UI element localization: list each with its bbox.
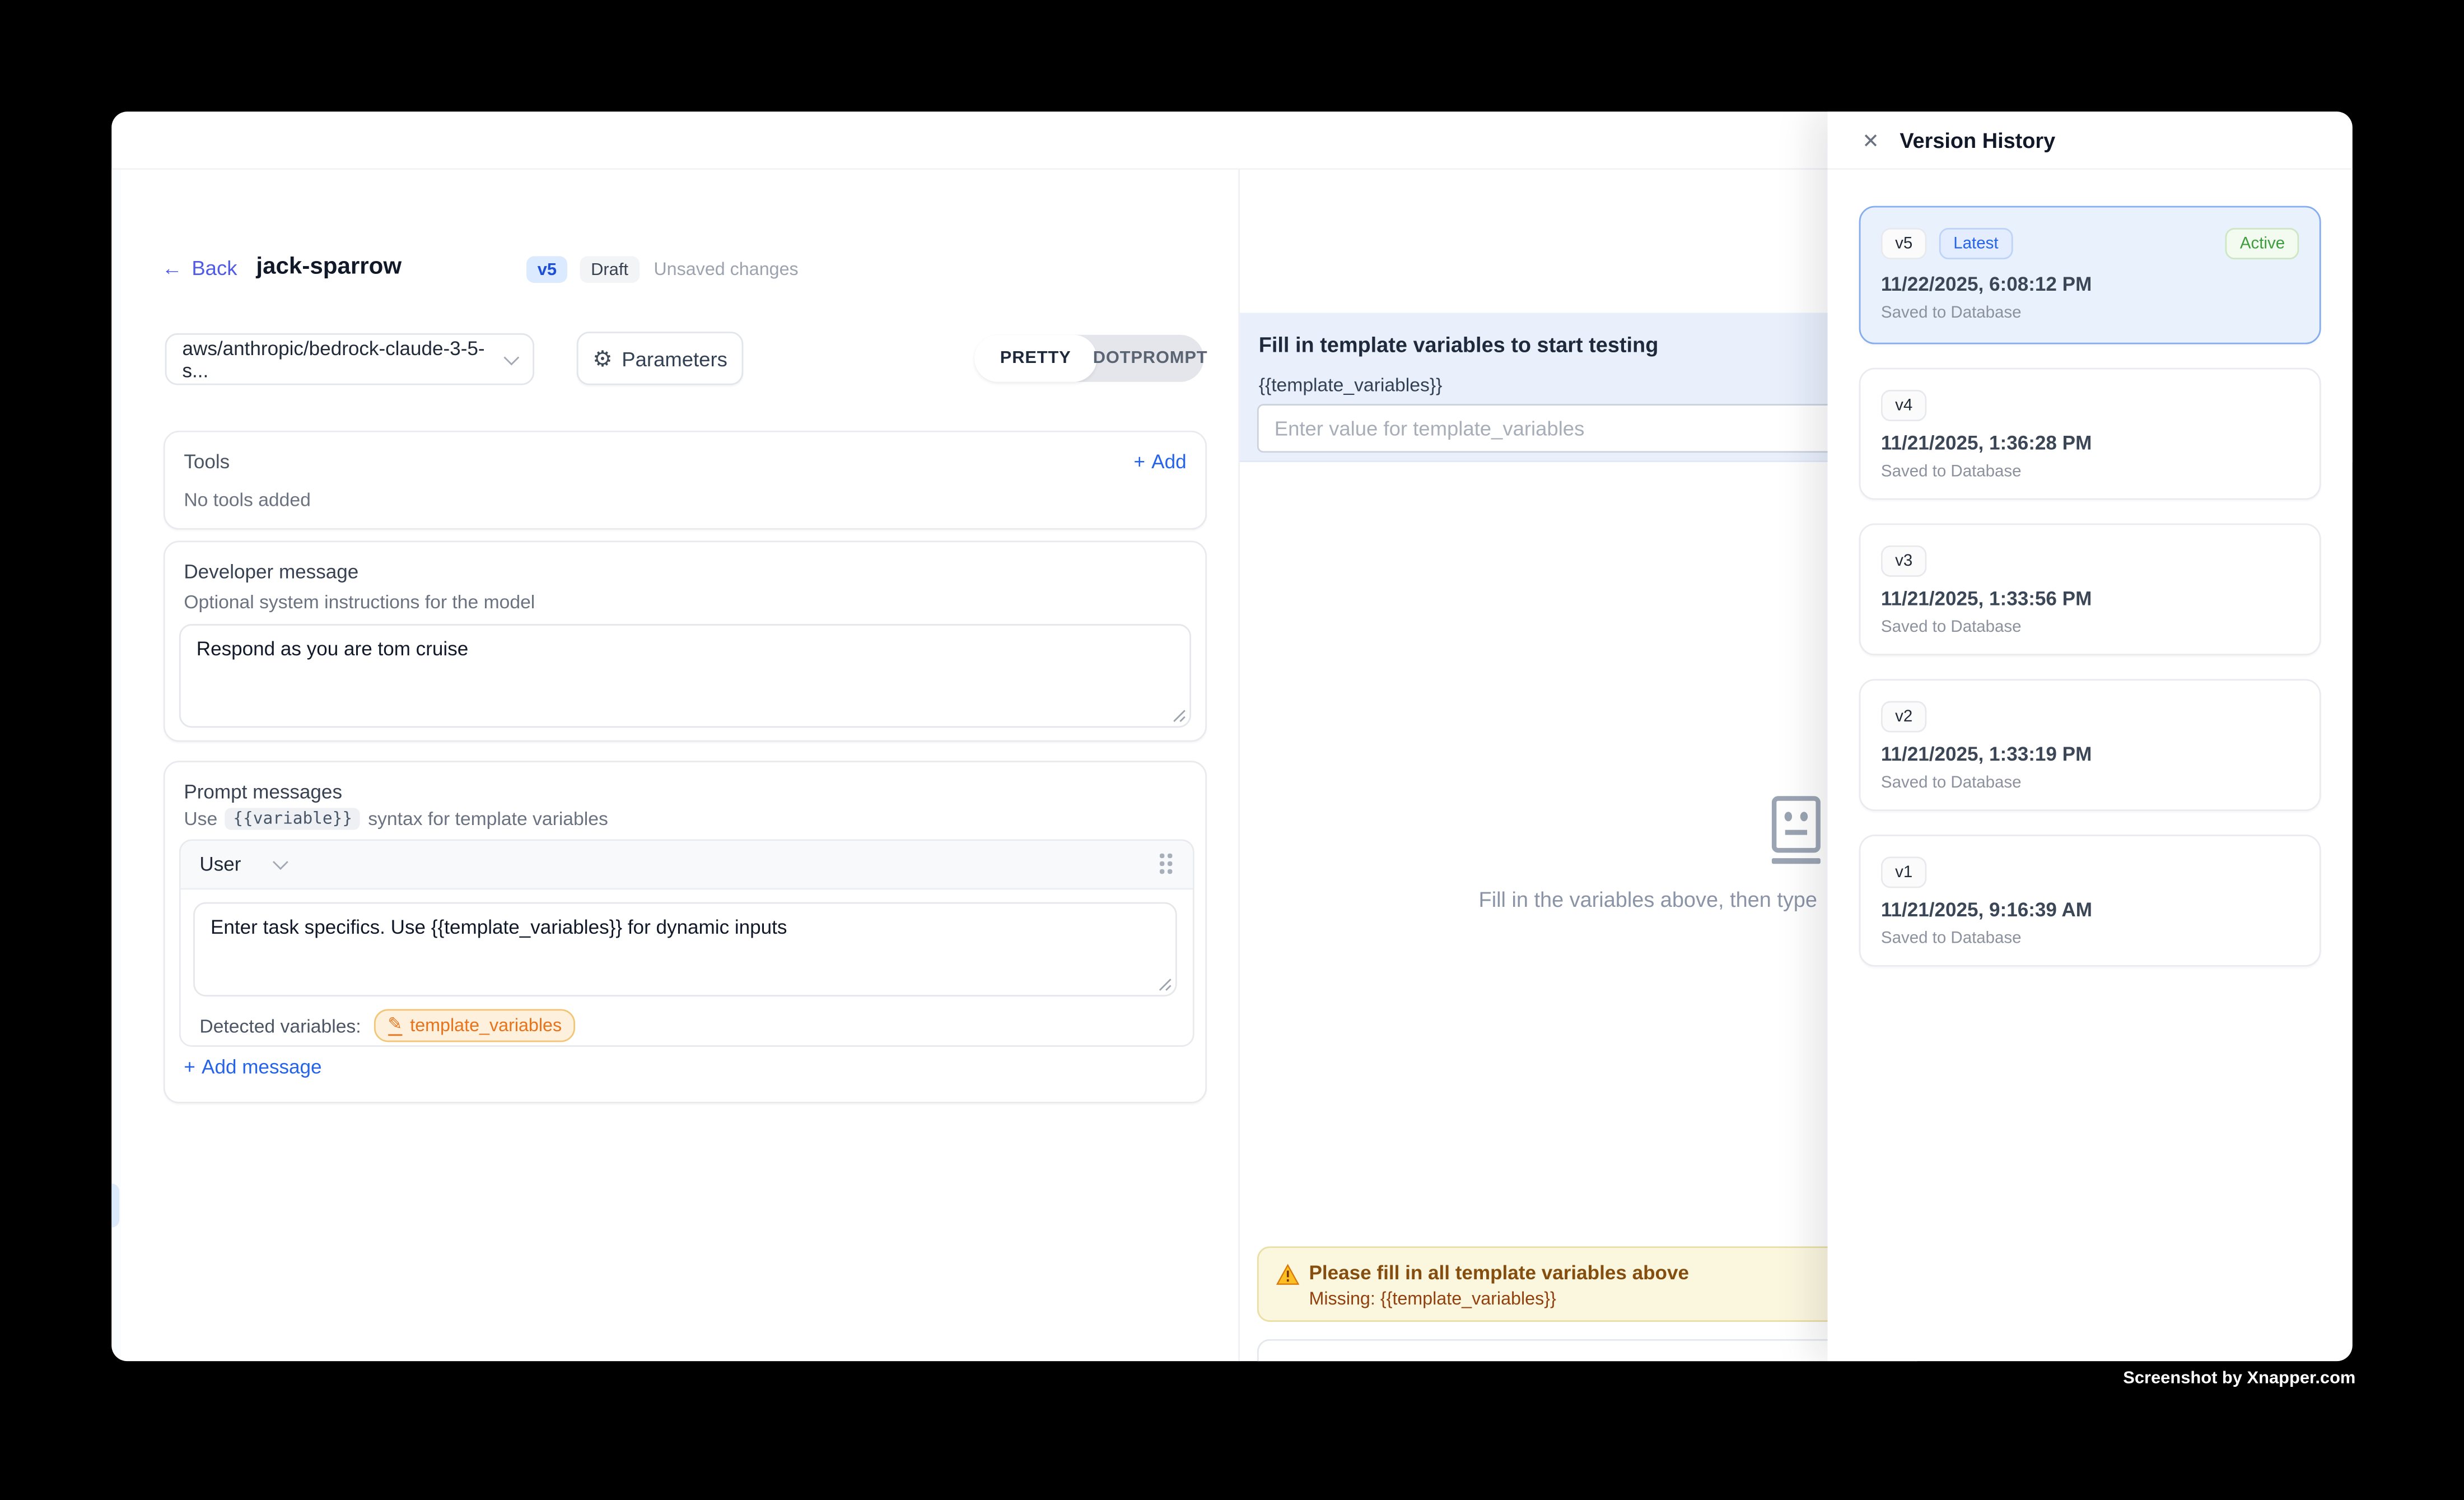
version-timestamp: 11/21/2025, 1:33:19 PM <box>1881 743 2092 765</box>
template-warning: Please fill in all template variables ab… <box>1257 1246 1917 1322</box>
add-tool-label: Add <box>1151 451 1186 473</box>
version-badges-row: v2 <box>1881 701 2299 733</box>
detected-variable-name: template_variables <box>410 1016 562 1035</box>
warning-title: Please fill in all template variables ab… <box>1309 1262 1688 1284</box>
use-prefix: Use <box>184 808 217 830</box>
version-list: v5 Latest Active 11/22/2025, 6:08:12 PM … <box>1859 206 2321 967</box>
chevron-down-icon[interactable] <box>273 854 289 870</box>
version-card[interactable]: v3 11/21/2025, 1:33:56 PM Saved to Datab… <box>1859 523 2321 655</box>
close-icon[interactable]: ✕ <box>1862 130 1879 150</box>
tools-section: Tools + Add No tools added <box>164 431 1207 530</box>
left-edge-strip <box>111 170 121 1361</box>
back-arrow-icon: ← <box>162 258 182 278</box>
prompt-messages-section: Prompt messages Use {{variable}} syntax … <box>164 761 1207 1103</box>
resize-grip-icon[interactable] <box>1158 977 1172 991</box>
robot-face-icon <box>1765 795 1827 868</box>
add-message-label: Add message <box>202 1056 321 1078</box>
version-badges-row: v3 <box>1881 546 2299 577</box>
left-edge-pill <box>111 1184 119 1228</box>
prompt-messages-subtitle: Use {{variable}} syntax for template var… <box>184 808 608 830</box>
latest-badge: Latest <box>1939 228 2013 259</box>
version-number-badge: v2 <box>1881 701 1927 733</box>
detected-variables-label: Detected variables: <box>199 1014 361 1036</box>
version-number-badge: v3 <box>1881 546 1927 577</box>
back-label: Back <box>192 256 237 279</box>
warning-icon <box>1276 1264 1300 1285</box>
pencil-icon: ✎ <box>388 1016 402 1035</box>
model-select[interactable]: aws/anthropic/bedrock-claude-3-5-s... <box>165 333 534 385</box>
version-badge: v5 <box>526 256 568 283</box>
add-tool-button[interactable]: + Add <box>1133 451 1186 473</box>
screenshot-stage: ← Back jack-sparrow v5 Draft Unsaved cha… <box>0 0 2464 1499</box>
app-window: ← Back jack-sparrow v5 Draft Unsaved cha… <box>111 111 2353 1361</box>
page-title: jack-sparrow <box>256 253 402 280</box>
prompt-messages-title: Prompt messages <box>184 781 342 803</box>
tools-title: Tools <box>184 451 230 473</box>
version-saved-label: Saved to Database <box>1881 929 2022 948</box>
developer-message-subtitle: Optional system instructions for the mod… <box>184 591 535 613</box>
version-number-badge: v1 <box>1881 856 1927 888</box>
back-button[interactable]: ← Back <box>162 256 237 279</box>
use-suffix: syntax for template variables <box>368 808 608 830</box>
add-message-button[interactable]: + Add message <box>184 1056 321 1078</box>
empty-state-text: Fill in the variables above, then type <box>1479 888 1817 911</box>
version-card[interactable]: v5 Latest Active 11/22/2025, 6:08:12 PM … <box>1859 206 2321 344</box>
watermark-text: Screenshot by Xnapper.com <box>2123 1369 2355 1388</box>
developer-message-input[interactable]: Respond as you are tom cruise <box>181 626 1190 726</box>
version-badges-row: v5 Latest Active <box>1881 228 2299 259</box>
template-variable-input[interactable] <box>1257 404 1917 453</box>
active-badge: Active <box>2226 228 2299 259</box>
template-variable-label: {{template_variables}} <box>1259 374 1443 396</box>
toggle-dotprompt[interactable]: DOTPROMPT <box>1097 335 1204 382</box>
draft-badge: Draft <box>580 256 639 283</box>
plus-icon: + <box>1133 451 1145 473</box>
detected-variables-row: Detected variables: ✎ template_variables <box>199 1009 576 1042</box>
version-saved-label: Saved to Database <box>1881 304 2022 323</box>
developer-message-title: Developer message <box>184 561 358 583</box>
version-card[interactable]: v1 11/21/2025, 9:16:39 AM Saved to Datab… <box>1859 835 2321 967</box>
version-badges-row: v4 <box>1881 390 2299 421</box>
version-history-header: ✕ Version History <box>1828 111 2353 170</box>
plus-icon: + <box>184 1056 195 1078</box>
prompt-message-block: User Enter task specifics. Use {{templat… <box>179 839 1194 1046</box>
warning-missing-text: Missing: {{template_variables}} <box>1309 1291 1556 1310</box>
version-number-badge: v5 <box>1881 228 1927 259</box>
version-history-drawer: ✕ Version History v5 Latest Active 11/22… <box>1828 111 2353 1361</box>
version-card[interactable]: v4 11/21/2025, 1:36:28 PM Saved to Datab… <box>1859 368 2321 500</box>
toggle-pretty[interactable]: PRETTY <box>974 335 1097 382</box>
unsaved-changes-label: Unsaved changes <box>654 261 798 280</box>
version-saved-label: Saved to Database <box>1881 618 2022 637</box>
version-card[interactable]: v2 11/21/2025, 1:33:19 PM Saved to Datab… <box>1859 679 2321 811</box>
version-timestamp: 11/21/2025, 1:36:28 PM <box>1881 432 2092 454</box>
version-saved-label: Saved to Database <box>1881 462 2022 481</box>
version-badges-row: v1 <box>1881 856 2299 888</box>
version-saved-label: Saved to Database <box>1881 774 2022 793</box>
parameters-label: Parameters <box>622 347 727 370</box>
prompt-message-input[interactable]: Enter task specifics. Use {{template_var… <box>195 904 1175 995</box>
version-history-title: Version History <box>1900 128 2055 152</box>
resize-grip-icon[interactable] <box>1172 709 1186 723</box>
version-timestamp: 11/22/2025, 6:08:12 PM <box>1881 273 2092 295</box>
prompt-message-box: Enter task specifics. Use {{template_var… <box>193 902 1177 996</box>
message-role-header: User <box>181 841 1193 889</box>
version-timestamp: 11/21/2025, 9:16:39 AM <box>1881 899 2092 921</box>
version-number-badge: v4 <box>1881 390 1927 421</box>
drag-handle-icon[interactable] <box>1160 854 1174 875</box>
model-select-value: aws/anthropic/bedrock-claude-3-5-s... <box>183 337 506 381</box>
version-timestamp: 11/21/2025, 1:33:56 PM <box>1881 588 2092 609</box>
developer-message-section: Developer message Optional system instru… <box>164 541 1207 742</box>
chat-input-box[interactable] <box>1257 1339 1917 1361</box>
variable-code-chip: {{variable}} <box>225 808 360 830</box>
view-mode-toggle: PRETTY DOTPROMPT <box>974 335 1204 382</box>
chevron-down-icon <box>504 349 520 365</box>
detected-variable-badge[interactable]: ✎ template_variables <box>374 1009 576 1042</box>
role-select[interactable]: User <box>199 854 241 875</box>
banner-title: Fill in template variables to start test… <box>1259 333 1659 357</box>
tools-empty-text: No tools added <box>184 489 311 511</box>
parameters-button[interactable]: ⚙ Parameters <box>577 332 743 385</box>
gear-icon: ⚙ <box>592 347 612 369</box>
developer-message-box: Respond as you are tom cruise <box>179 624 1191 728</box>
